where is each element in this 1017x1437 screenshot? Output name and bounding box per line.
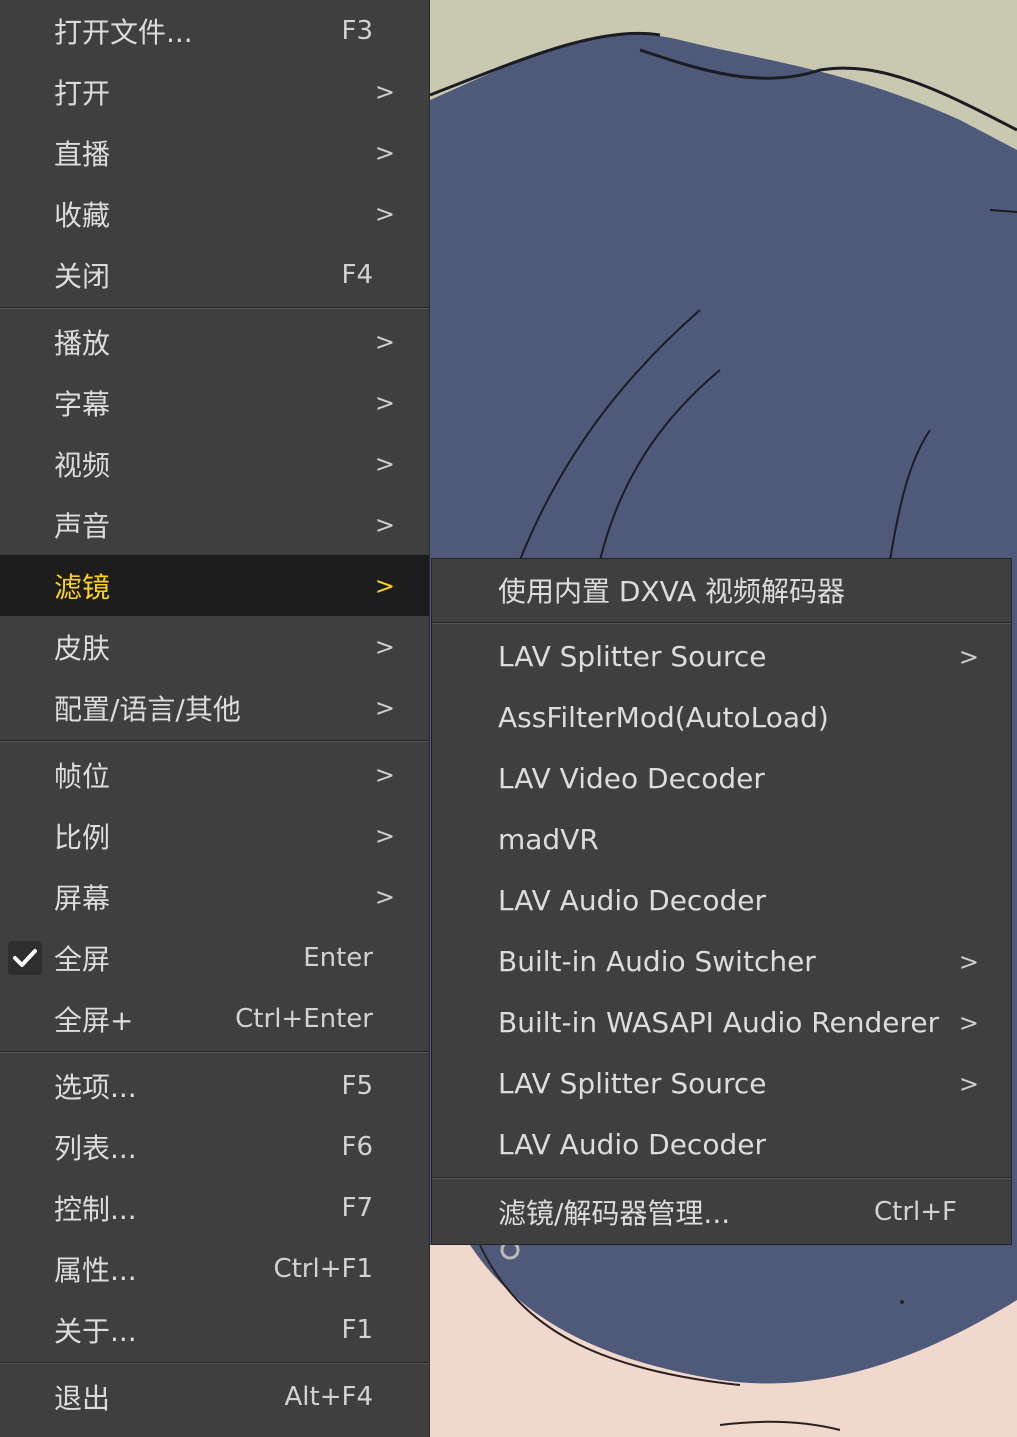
menu-item-item-3-0[interactable]: 选项... F5	[0, 1055, 429, 1116]
menu-item-built-in-wasapi-audio-renderer[interactable]: Built-in WASAPI Audio Renderer >	[432, 992, 1011, 1053]
menu-item-label: 帧位	[54, 759, 111, 793]
menu-item-label: 打开文件...	[54, 15, 193, 49]
menu-item-lav-audio-decoder[interactable]: LAV Audio Decoder	[432, 1114, 1011, 1175]
menu-item-label: 字幕	[54, 387, 111, 421]
menu-item-item-1-0[interactable]: 播放 >	[0, 311, 429, 372]
menu-item-label: Built-in Audio Switcher	[498, 945, 816, 978]
shortcut-label: Alt+F4	[284, 1381, 374, 1412]
submenu-arrow-icon: >	[374, 138, 395, 167]
menu-item-label: 选项...	[54, 1070, 137, 1104]
menu-item-item-0-4[interactable]: 关闭 F4	[0, 244, 429, 305]
menu-item-dxva[interactable]: 使用内置 DXVA 视频解码器	[432, 559, 1011, 620]
menu-item-item-3-1[interactable]: 列表... F6	[0, 1116, 429, 1177]
submenu-arrow-icon: >	[374, 388, 395, 417]
menu-item-item-0-0[interactable]: 打开文件... F3	[0, 0, 429, 61]
menu-item-label: 关于...	[54, 1314, 137, 1348]
menu-item-item-0-3[interactable]: 收藏 >	[0, 183, 429, 244]
menu-item-item-2-1[interactable]: 比例 >	[0, 805, 429, 866]
menu-item-item-3-2[interactable]: 控制... F7	[0, 1177, 429, 1238]
menu-item-item-2-0[interactable]: 帧位 >	[0, 744, 429, 805]
menu-item-label: 屏幕	[54, 881, 111, 915]
menu-item-label: 使用内置 DXVA 视频解码器	[498, 574, 846, 608]
menu-item-lav-splitter-source[interactable]: LAV Splitter Source >	[432, 626, 1011, 687]
submenu-arrow-icon: >	[374, 760, 395, 789]
submenu-arrow-icon: >	[958, 1069, 979, 1098]
menu-item-item-0-1[interactable]: 打开 >	[0, 61, 429, 122]
menu-item-assfiltermod-autoload[interactable]: AssFilterMod(AutoLoad)	[432, 687, 1011, 748]
menu-item-item-1-1[interactable]: 字幕 >	[0, 372, 429, 433]
menu-item-item-3-4[interactable]: 关于... F1	[0, 1299, 429, 1360]
submenu-arrow-icon: >	[374, 571, 395, 600]
menu-item-label: 直播	[54, 137, 111, 171]
menu-item-item-0-2[interactable]: 直播 >	[0, 122, 429, 183]
menu-item-label: 关闭	[54, 259, 111, 293]
menu-item-label: 比例	[54, 820, 111, 854]
submenu-arrow-icon: >	[374, 449, 395, 478]
shortcut-label: F1	[341, 1314, 374, 1345]
menu-item-label: AssFilterMod(AutoLoad)	[498, 701, 829, 734]
menu-item-label: 皮肤	[54, 631, 111, 665]
submenu-arrow-icon: >	[374, 882, 395, 911]
menu-item-label: LAV Audio Decoder	[498, 1128, 766, 1161]
menu-item-label: 滤镜/解码器管理...	[498, 1196, 731, 1230]
menu-item-item-1-4[interactable]: 滤镜 >	[0, 555, 429, 616]
submenu-arrow-icon: >	[958, 947, 979, 976]
menu-item-label: 全屏+	[54, 1003, 134, 1037]
filter-submenu: 使用内置 DXVA 视频解码器 LAV Splitter Source > AssFi…	[431, 558, 1012, 1245]
submenu-arrow-icon: >	[958, 1008, 979, 1037]
context-menu: 打开文件... F3 打开 > 直播 > 收藏 > 关闭 F4 播放 > 字幕 > 视频 > 声音 > 滤镜 > 皮肤 >…	[0, 0, 430, 1437]
shortcut-label: F7	[341, 1192, 374, 1223]
menu-item-label: 打开	[54, 76, 111, 110]
menu-item-item-1-3[interactable]: 声音 >	[0, 494, 429, 555]
menu-item-label: 收藏	[54, 198, 111, 232]
menu-item-label: LAV Splitter Source	[498, 640, 767, 673]
shortcut-label: Ctrl+F1	[273, 1253, 373, 1284]
menu-item-lav-splitter-source[interactable]: LAV Splitter Source >	[432, 1053, 1011, 1114]
menu-item-label: LAV Splitter Source	[498, 1067, 767, 1100]
menu-item-item-1-5[interactable]: 皮肤 >	[0, 616, 429, 677]
shortcut-label: Enter	[303, 942, 373, 973]
shortcut-label: F6	[341, 1131, 374, 1162]
menu-item-label: madVR	[498, 823, 599, 856]
menu-item-item-2-3[interactable]: 全屏 Enter	[0, 927, 429, 988]
shortcut-label: Ctrl+Enter	[235, 1003, 373, 1034]
menu-item-label: 退出	[54, 1381, 111, 1415]
menu-item-item-4-0[interactable]: 退出 Alt+F4	[0, 1366, 429, 1427]
menu-item-item-2-0[interactable]: 滤镜/解码器管理... Ctrl+F	[432, 1181, 1011, 1242]
menu-item-lav-audio-decoder[interactable]: LAV Audio Decoder	[432, 870, 1011, 931]
submenu-arrow-icon: >	[374, 77, 395, 106]
menu-item-label: 全屏	[54, 942, 111, 976]
menu-item-label: LAV Video Decoder	[498, 762, 765, 795]
menu-item-item-2-4[interactable]: 全屏+ Ctrl+Enter	[0, 988, 429, 1049]
shortcut-label: Ctrl+F	[873, 1196, 957, 1227]
menu-item-label: 属性...	[54, 1253, 137, 1287]
shortcut-label: F4	[341, 259, 374, 290]
menu-item-label: 声音	[54, 509, 111, 543]
menu-item-label: Built-in WASAPI Audio Renderer	[498, 1006, 940, 1039]
submenu-arrow-icon: >	[374, 821, 395, 850]
menu-item-lav-video-decoder[interactable]: LAV Video Decoder	[432, 748, 1011, 809]
submenu-arrow-icon: >	[374, 327, 395, 356]
menu-item-label: 列表...	[54, 1131, 137, 1165]
submenu-arrow-icon: >	[374, 199, 395, 228]
menu-item-label: 播放	[54, 326, 111, 360]
submenu-arrow-icon: >	[374, 510, 395, 539]
menu-item-label: 视频	[54, 448, 111, 482]
submenu-arrow-icon: >	[374, 632, 395, 661]
menu-item-item-1-2[interactable]: 视频 >	[0, 433, 429, 494]
shortcut-label: F3	[341, 15, 374, 46]
menu-item-item-1-6[interactable]: 配置/语言/其他 >	[0, 677, 429, 738]
menu-item-madvr[interactable]: madVR	[432, 809, 1011, 870]
shortcut-label: F5	[341, 1070, 374, 1101]
menu-item-label: 配置/语言/其他	[54, 692, 241, 726]
checkmark-icon	[8, 941, 42, 975]
menu-item-item-3-3[interactable]: 属性... Ctrl+F1	[0, 1238, 429, 1299]
menu-item-label: LAV Audio Decoder	[498, 884, 766, 917]
menu-item-built-in-audio-switcher[interactable]: Built-in Audio Switcher >	[432, 931, 1011, 992]
menu-item-item-2-2[interactable]: 屏幕 >	[0, 866, 429, 927]
submenu-arrow-icon: >	[958, 642, 979, 671]
menu-item-label: 控制...	[54, 1192, 137, 1226]
submenu-arrow-icon: >	[374, 693, 395, 722]
menu-item-label: 滤镜	[54, 570, 111, 604]
